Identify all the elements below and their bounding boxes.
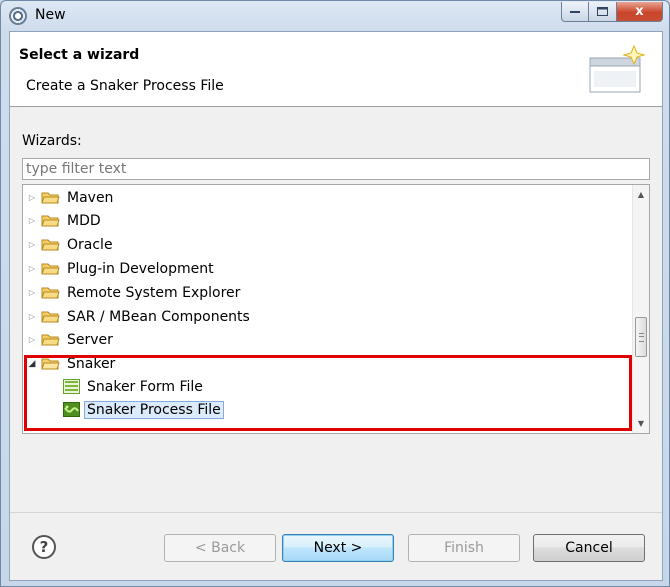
- dialog-client-area: Select a wizard Create a Snaker Process …: [9, 31, 663, 581]
- collapsed-arrow-icon[interactable]: ▷: [23, 312, 41, 321]
- minimize-button[interactable]: [561, 2, 589, 22]
- process-file-icon: [63, 402, 80, 417]
- expanded-arrow-icon[interactable]: ◢: [23, 359, 41, 369]
- header-title: Select a wizard: [19, 47, 140, 63]
- next-button[interactable]: Next >: [282, 534, 394, 562]
- new-wizard-banner-icon: [589, 44, 646, 93]
- eclipse-app-icon: [9, 7, 27, 25]
- wizard-header: Select a wizard Create a Snaker Process …: [10, 32, 662, 107]
- tree-item-label: Maven: [67, 189, 114, 206]
- new-wizard-window: New x Select a wizard Create a Snaker Pr…: [0, 0, 670, 587]
- title-bar[interactable]: New x: [1, 1, 670, 31]
- tree-item-label: Oracle: [67, 236, 113, 253]
- filter-input[interactable]: [22, 158, 650, 180]
- tree-item-label: Plug-in Development: [67, 260, 214, 277]
- maximize-icon: [597, 7, 608, 16]
- cancel-button[interactable]: Cancel: [533, 534, 645, 562]
- maximize-button[interactable]: [589, 2, 617, 22]
- collapsed-arrow-icon[interactable]: ▷: [23, 193, 41, 202]
- folder-icon: [41, 192, 60, 204]
- collapsed-arrow-icon[interactable]: ▷: [23, 240, 41, 249]
- tree-item-maven[interactable]: ▷ Maven: [23, 186, 116, 209]
- tree-item-plugin-development[interactable]: ▷ Plug-in Development: [23, 257, 217, 280]
- folder-icon: [41, 263, 60, 275]
- tree-item-mdd[interactable]: ▷ MDD: [23, 209, 104, 232]
- tree-item-remote-system-explorer[interactable]: ▷ Remote System Explorer: [23, 281, 243, 304]
- window-controls: x: [561, 2, 663, 22]
- scrollbar-thumb[interactable]: [635, 317, 647, 357]
- collapsed-arrow-icon[interactable]: ▷: [23, 288, 41, 297]
- minimize-icon: [570, 10, 580, 13]
- close-icon: x: [635, 4, 644, 19]
- wizards-label: Wizards:: [22, 133, 82, 149]
- tree-item-snaker-process-file[interactable]: Snaker Process File: [63, 398, 224, 421]
- tree-item-snaker-form-file[interactable]: Snaker Form File: [63, 375, 206, 398]
- tree-item-label: Remote System Explorer: [67, 284, 241, 301]
- wizard-tree[interactable]: ▷ Maven ▷ MDD ▷ Oracle ▷ Plug-in Develop…: [22, 184, 650, 434]
- open-folder-icon: [41, 358, 60, 370]
- folder-icon: [41, 311, 60, 323]
- folder-icon: [41, 239, 60, 251]
- form-file-icon: [63, 379, 80, 394]
- tree-item-server[interactable]: ▷ Server: [23, 328, 116, 351]
- tree-item-label: Server: [67, 331, 113, 348]
- tree-item-sar-mbean-components[interactable]: ▷ SAR / MBean Components: [23, 305, 253, 328]
- help-button[interactable]: ?: [32, 535, 56, 559]
- scroll-down-icon[interactable]: ▼: [633, 415, 649, 432]
- finish-button[interactable]: Finish: [408, 534, 520, 562]
- tree-vertical-scrollbar[interactable]: ▲ ▼: [632, 185, 649, 433]
- tree-item-label: SAR / MBean Components: [67, 308, 250, 325]
- tree-item-snaker[interactable]: ◢ Snaker: [23, 352, 118, 375]
- help-icon: ?: [39, 538, 49, 556]
- scroll-up-icon[interactable]: ▲: [633, 186, 649, 203]
- tree-item-label: MDD: [67, 212, 101, 229]
- collapsed-arrow-icon[interactable]: ▷: [23, 264, 41, 273]
- folder-icon: [41, 287, 60, 299]
- footer-separator: [10, 512, 662, 513]
- collapsed-arrow-icon[interactable]: ▷: [23, 335, 41, 344]
- tree-item-label: Snaker Process File: [84, 400, 224, 419]
- collapsed-arrow-icon[interactable]: ▷: [23, 216, 41, 225]
- folder-icon: [41, 215, 60, 227]
- header-description: Create a Snaker Process File: [26, 78, 224, 94]
- tree-item-label: Snaker Form File: [87, 378, 203, 395]
- back-button[interactable]: < Back: [164, 534, 276, 562]
- tree-item-oracle[interactable]: ▷ Oracle: [23, 233, 116, 256]
- window-title: New: [35, 7, 66, 23]
- close-button[interactable]: x: [617, 2, 663, 22]
- tree-item-label: Snaker: [67, 355, 116, 372]
- folder-icon: [41, 334, 60, 346]
